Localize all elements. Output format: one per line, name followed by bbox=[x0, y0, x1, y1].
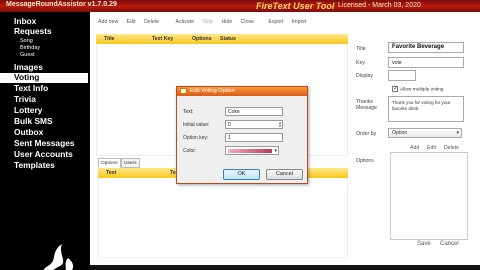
delete-button[interactable]: Delete bbox=[144, 19, 159, 25]
cancel-button[interactable]: Cancel bbox=[440, 241, 459, 247]
tab-users[interactable]: Users bbox=[121, 158, 140, 168]
order-by-value: Option bbox=[392, 130, 408, 136]
key-label: Key bbox=[356, 60, 365, 66]
initial-value-label: Initial value: bbox=[183, 122, 210, 128]
export-button[interactable]: Export bbox=[268, 19, 283, 25]
sidebar-item-templates[interactable]: Templates bbox=[14, 161, 55, 170]
color-label: Color: bbox=[183, 148, 197, 154]
sidebar-item-lottery[interactable]: Lottery bbox=[14, 106, 42, 115]
options-grid[interactable] bbox=[98, 178, 348, 258]
tab-options[interactable]: Options bbox=[98, 158, 121, 168]
save-button[interactable]: Save bbox=[417, 241, 431, 247]
status-strip bbox=[90, 265, 480, 270]
allow-multiple-checkbox[interactable] bbox=[392, 85, 398, 92]
sidebar-item-text-info[interactable]: Text Info bbox=[14, 84, 48, 93]
display-label: Display bbox=[356, 73, 374, 79]
allow-multiple-row[interactable]: Allow multiple voting bbox=[392, 85, 444, 93]
license-text: Licensed - March 03, 2020 bbox=[338, 2, 421, 9]
dialog-title: Edit Voting Option bbox=[190, 88, 235, 94]
options-delete-link[interactable]: Delete bbox=[444, 145, 459, 151]
text-field[interactable]: Coke bbox=[225, 107, 283, 116]
order-by-label: Order by bbox=[356, 131, 377, 137]
color-picker[interactable]: ▾ bbox=[225, 146, 279, 155]
sidebar-item-user-accounts[interactable]: User Accounts bbox=[14, 150, 73, 159]
hide-button[interactable]: Hide bbox=[222, 19, 233, 25]
sidebar-item-outbox[interactable]: Outbox bbox=[14, 128, 43, 137]
thanks-label: Thanks Message bbox=[356, 99, 377, 111]
chevron-down-icon: ▾ bbox=[456, 130, 459, 136]
option-key-label: Option key: bbox=[183, 135, 209, 141]
initial-value: 0 bbox=[228, 122, 231, 128]
sidebar-item-song[interactable]: Song bbox=[20, 38, 33, 44]
sidebar-item-inbox[interactable]: Inbox bbox=[14, 17, 36, 26]
initial-value-stepper[interactable]: 0 ▴ ▾ bbox=[225, 120, 283, 129]
sidebar-item-voting[interactable]: Voting bbox=[0, 73, 88, 83]
title-bar: MessageRoundAssistor v1.7.0.29 FireText … bbox=[0, 0, 480, 12]
text-label: Text: bbox=[183, 109, 194, 115]
options-list[interactable] bbox=[390, 152, 468, 240]
edit-voting-option-dialog: Edit Voting Option Text: Coke Initial va… bbox=[176, 86, 308, 184]
app-title: MessageRoundAssistor v1.7.0.29 bbox=[6, 1, 117, 8]
flame-logo-icon bbox=[43, 244, 74, 270]
option-key-field[interactable]: 1 bbox=[225, 133, 283, 142]
allow-multiple-label: Allow multiple voting bbox=[400, 87, 444, 93]
sidebar-item-images[interactable]: Images bbox=[14, 63, 43, 72]
column-title[interactable]: Title bbox=[104, 36, 115, 42]
sidebar-item-trivia[interactable]: Trivia bbox=[14, 95, 36, 104]
column-text-key[interactable]: Text Key bbox=[152, 36, 173, 42]
activate-button[interactable]: Activate bbox=[176, 19, 194, 25]
title-field[interactable]: Favorite Beverage bbox=[388, 42, 464, 53]
display-field[interactable] bbox=[388, 70, 416, 81]
thanks-message-field[interactable]: Thank you for voting for your favorite d… bbox=[388, 96, 464, 122]
options-add-link[interactable]: Add bbox=[410, 145, 419, 151]
column-text[interactable]: Text bbox=[106, 170, 116, 176]
options-edit-link[interactable]: Edit bbox=[427, 145, 436, 151]
import-button[interactable]: Import bbox=[292, 19, 307, 25]
product-title: FireText User Tool bbox=[256, 1, 335, 11]
toolbar: Add new Edit Delete Activate Stop Hide C… bbox=[98, 19, 314, 25]
thanks-label-line2: Message bbox=[356, 105, 378, 111]
order-by-select[interactable]: Option ▾ bbox=[388, 128, 462, 138]
options-label: Options bbox=[356, 158, 374, 164]
sidebar-item-sent-messages[interactable]: Sent Messages bbox=[14, 139, 75, 148]
sidebar-item-requests[interactable]: Requests bbox=[14, 27, 52, 36]
dialog-window-icon bbox=[180, 88, 187, 94]
sidebar-item-guest[interactable]: Guest bbox=[20, 52, 35, 58]
add-new-button[interactable]: Add new bbox=[98, 19, 118, 25]
dialog-titlebar[interactable]: Edit Voting Option bbox=[177, 87, 307, 96]
sidebar-item-birthday[interactable]: Birthday bbox=[20, 45, 40, 51]
sidebar-item-bulk-sms[interactable]: Bulk SMS bbox=[14, 117, 53, 126]
close-button[interactable]: Close bbox=[241, 19, 254, 25]
ok-button[interactable]: OK bbox=[223, 169, 260, 180]
chevron-down-icon: ▾ bbox=[274, 148, 277, 154]
voting-grid-header: Title Text Key Options Status bbox=[96, 34, 348, 44]
edit-button[interactable]: Edit bbox=[127, 19, 136, 25]
column-options[interactable]: Options bbox=[192, 36, 212, 42]
key-field[interactable]: vote bbox=[388, 57, 464, 68]
stop-button[interactable]: Stop bbox=[202, 19, 213, 25]
sidebar: Inbox Requests Song Birthday Guest Image… bbox=[0, 12, 88, 270]
title-label: Title bbox=[356, 46, 366, 52]
dialog-cancel-button[interactable]: Cancel bbox=[266, 169, 303, 180]
column-status[interactable]: Status bbox=[220, 36, 236, 42]
color-swatch bbox=[228, 149, 272, 153]
spin-arrows-icon[interactable]: ▴ ▾ bbox=[279, 121, 281, 128]
